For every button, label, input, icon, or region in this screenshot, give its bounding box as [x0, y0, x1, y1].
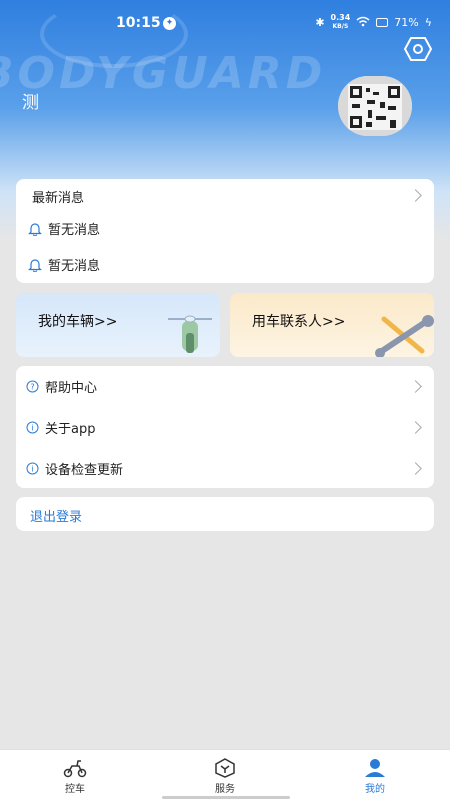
bell-icon: [28, 222, 42, 236]
net-speed-unit: KB/S: [332, 23, 349, 30]
news-item-label: 暂无消息: [48, 259, 101, 274]
settings-button[interactable]: [403, 36, 433, 62]
logout-label: 退出登录: [30, 510, 83, 525]
news-item-label: 暂无消息: [48, 223, 101, 238]
help-icon: ?: [26, 380, 39, 392]
latest-news-card[interactable]: 最新消息 暂无消息 暂无消息: [16, 179, 434, 283]
menu-item-label: 设备检查更新: [45, 462, 124, 478]
bottom-tab-bar: 控车 服务 我的: [0, 749, 450, 801]
bluetooth-icon: ✱: [315, 16, 325, 29]
scooter-icon: [168, 315, 212, 353]
settings-hexagon-icon: [403, 37, 433, 61]
my-vehicle-label: 我的车辆>>: [38, 314, 118, 330]
wifi-icon: [356, 16, 370, 30]
username: 测: [22, 93, 39, 113]
svg-text:?: ?: [30, 382, 34, 391]
menu-item-help-center[interactable]: ? 帮助中心: [26, 366, 434, 406]
net-speed: 0.34 KB/S: [331, 14, 351, 31]
svg-text:i: i: [31, 423, 33, 432]
bell-icon: [28, 258, 42, 272]
chevron-right-icon: [409, 421, 422, 434]
battery-level: 71%: [394, 16, 419, 29]
news-item[interactable]: 暂无消息: [28, 219, 100, 238]
chevron-right-icon: [409, 380, 422, 393]
net-speed-value: 0.34: [330, 13, 351, 22]
cube-icon: [215, 758, 235, 778]
tools-icon: [375, 315, 434, 357]
vehicle-contacts-label: 用车联系人>>: [252, 314, 346, 330]
my-vehicle-card[interactable]: 我的车辆>>: [16, 293, 220, 357]
scooter-tab-icon: [63, 760, 87, 778]
tab-label: 控车: [65, 784, 85, 795]
charging-icon: ϟ: [424, 16, 432, 29]
menu-item-label: 帮助中心: [45, 380, 98, 396]
home-indicator[interactable]: [162, 796, 290, 799]
notification-icon: ✦: [163, 17, 176, 30]
brand-watermark: BODYGUARD: [0, 48, 327, 99]
menu-item-label: 关于app: [45, 421, 96, 437]
qr-code-avatar-image: [338, 76, 412, 136]
system-icons: ✱ 0.34 KB/S 71% ϟ: [315, 14, 432, 31]
info-icon: i: [26, 462, 39, 474]
menu-item-check-update[interactable]: i 设备检查更新: [26, 448, 434, 488]
avatar[interactable]: [338, 76, 412, 136]
tab-label: 服务: [215, 784, 235, 795]
status-time: 10:15: [116, 15, 161, 31]
menu-item-about-app[interactable]: i 关于app: [26, 407, 434, 447]
user-icon: [365, 759, 385, 777]
svg-text:i: i: [31, 464, 33, 473]
battery-icon: [376, 18, 389, 27]
chevron-right-icon: [409, 189, 422, 202]
tab-label: 我的: [365, 784, 385, 795]
tab-service[interactable]: 服务: [190, 758, 260, 795]
vehicle-contacts-card[interactable]: 用车联系人>>: [230, 293, 434, 357]
info-icon: i: [26, 421, 39, 433]
tab-mine[interactable]: 我的: [340, 758, 410, 795]
logout-button[interactable]: 退出登录: [16, 497, 434, 531]
settings-menu-card: ? 帮助中心 i 关于app i 设备检查更新: [16, 366, 434, 488]
status-bar: 10:15 ✦ ✱ 0.34 KB/S 71% ϟ: [0, 0, 450, 46]
latest-news-title: 最新消息: [32, 191, 85, 206]
tab-vehicle-control[interactable]: 控车: [40, 758, 110, 795]
news-item[interactable]: 暂无消息: [28, 255, 100, 274]
chevron-right-icon: [409, 462, 422, 475]
